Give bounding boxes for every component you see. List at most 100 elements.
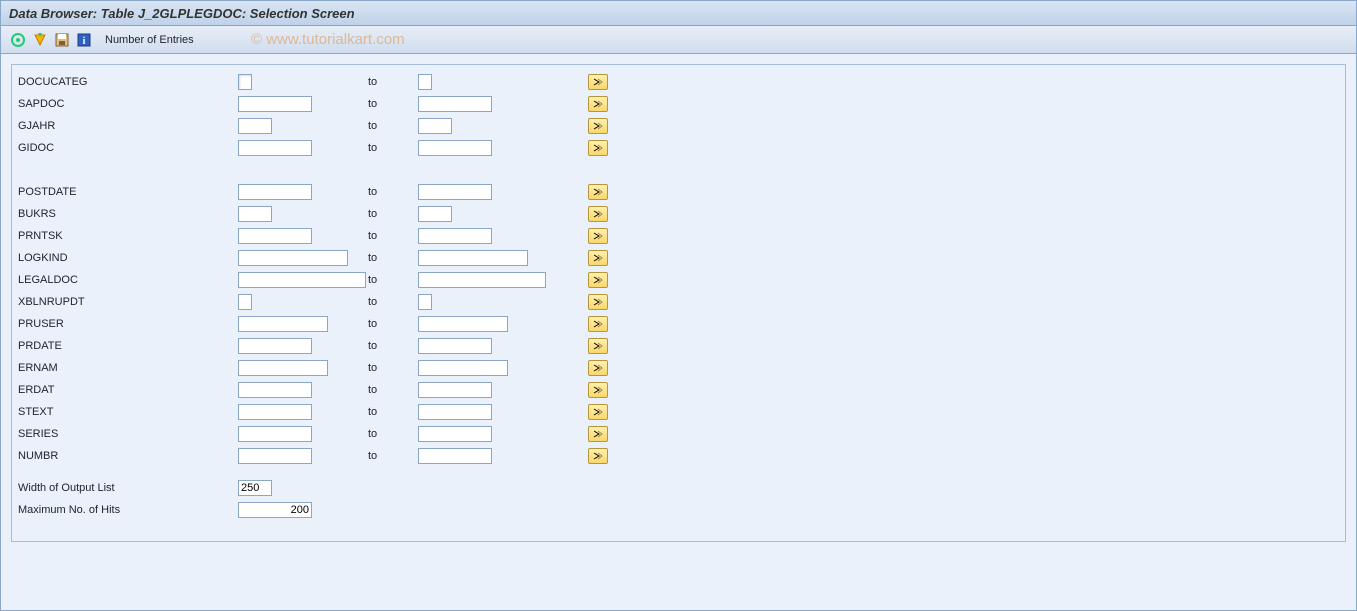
numbr-to-input[interactable] (418, 448, 492, 464)
to-label: to (368, 93, 418, 115)
field-row-bukrs: BUKRSto (18, 203, 618, 225)
docucateg-from-input[interactable] (238, 74, 252, 90)
to-label: to (368, 115, 418, 137)
bukrs-multiple-selection-button[interactable] (588, 206, 608, 222)
ernam-multiple-selection-button[interactable] (588, 360, 608, 376)
prntsk-multiple-selection-button[interactable] (588, 228, 608, 244)
to-label: to (368, 225, 418, 247)
to-label: to (368, 423, 418, 445)
xblnrupdt-to-input[interactable] (418, 294, 432, 310)
info-icon[interactable]: i (75, 31, 93, 49)
field-label-legaldoc: LEGALDOC (18, 269, 238, 291)
to-label: to (368, 71, 418, 93)
maximum-hits-input[interactable] (238, 502, 312, 518)
width-of-output-list-row: Width of Output List (18, 477, 368, 499)
prdate-to-input[interactable] (418, 338, 492, 354)
field-label-stext: STEXT (18, 401, 238, 423)
svg-text:i: i (83, 36, 86, 47)
prntsk-to-input[interactable] (418, 228, 492, 244)
field-label-xblnrupdt: XBLNRUPDT (18, 291, 238, 313)
to-label: to (368, 137, 418, 159)
to-label: to (368, 313, 418, 335)
stext-to-input[interactable] (418, 404, 492, 420)
titlebar: Data Browser: Table J_2GLPLEGDOC: Select… (1, 1, 1356, 26)
stext-from-input[interactable] (238, 404, 312, 420)
field-label-pruser: PRUSER (18, 313, 238, 335)
field-label-ernam: ERNAM (18, 357, 238, 379)
xblnrupdt-multiple-selection-button[interactable] (588, 294, 608, 310)
content: DOCUCATEGtoSAPDOCtoGJAHRtoGIDOCtoPOSTDAT… (1, 54, 1356, 552)
selection-fields: DOCUCATEGtoSAPDOCtoGJAHRtoGIDOCtoPOSTDAT… (18, 71, 618, 467)
field-label-prntsk: PRNTSK (18, 225, 238, 247)
save-icon[interactable] (53, 31, 71, 49)
pruser-from-input[interactable] (238, 316, 328, 332)
pruser-to-input[interactable] (418, 316, 508, 332)
postdate-multiple-selection-button[interactable] (588, 184, 608, 200)
erdat-to-input[interactable] (418, 382, 492, 398)
field-row-logkind: LOGKINDto (18, 247, 618, 269)
field-row-sapdoc: SAPDOC to (18, 93, 618, 115)
to-label: to (368, 203, 418, 225)
sapdoc-to-input[interactable] (418, 96, 492, 112)
logkind-from-input[interactable] (238, 250, 348, 266)
field-row-numbr: NUMBR to (18, 445, 618, 467)
watermark-text: © www.tutorialkart.com (251, 31, 405, 48)
prdate-multiple-selection-button[interactable] (588, 338, 608, 354)
to-label: to (368, 401, 418, 423)
prntsk-from-input[interactable] (238, 228, 312, 244)
field-label-gjahr: GJAHR (18, 115, 238, 137)
field-label-sapdoc: SAPDOC (18, 93, 238, 115)
bukrs-to-input[interactable] (418, 206, 452, 222)
sapdoc-from-input[interactable] (238, 96, 312, 112)
ernam-to-input[interactable] (418, 360, 508, 376)
docucateg-to-input[interactable] (418, 74, 432, 90)
field-row-prntsk: PRNTSK to (18, 225, 618, 247)
series-multiple-selection-button[interactable] (588, 426, 608, 442)
pruser-multiple-selection-button[interactable] (588, 316, 608, 332)
field-row-xblnrupdt: XBLNRUPDT to (18, 291, 618, 313)
erdat-multiple-selection-button[interactable] (588, 382, 608, 398)
gjahr-multiple-selection-button[interactable] (588, 118, 608, 134)
selection-panel: DOCUCATEGtoSAPDOCtoGJAHRtoGIDOCtoPOSTDAT… (11, 64, 1346, 542)
erdat-from-input[interactable] (238, 382, 312, 398)
sapdoc-multiple-selection-button[interactable] (588, 96, 608, 112)
logkind-to-input[interactable] (418, 250, 528, 266)
stext-multiple-selection-button[interactable] (588, 404, 608, 420)
to-label: to (368, 181, 418, 203)
gidoc-from-input[interactable] (238, 140, 312, 156)
logkind-multiple-selection-button[interactable] (588, 250, 608, 266)
field-label-numbr: NUMBR (18, 445, 238, 467)
series-to-input[interactable] (418, 426, 492, 442)
ernam-from-input[interactable] (238, 360, 328, 376)
gidoc-multiple-selection-button[interactable] (588, 140, 608, 156)
numbr-from-input[interactable] (238, 448, 312, 464)
xblnrupdt-from-input[interactable] (238, 294, 252, 310)
maximum-hits-label: Maximum No. of Hits (18, 499, 238, 521)
legaldoc-from-input[interactable] (238, 272, 366, 288)
prdate-from-input[interactable] (238, 338, 312, 354)
execute-with-variant-icon[interactable] (31, 31, 49, 49)
output-options: Width of Output List Maximum No. of Hits (18, 477, 368, 521)
width-of-output-list-input[interactable] (238, 480, 272, 496)
gjahr-from-input[interactable] (238, 118, 272, 134)
field-row-gidoc: GIDOCto (18, 137, 618, 159)
legaldoc-to-input[interactable] (418, 272, 546, 288)
field-label-postdate: POSTDATE (18, 181, 238, 203)
field-row-erdat: ERDATto (18, 379, 618, 401)
number-of-entries-button[interactable]: Number of Entries (101, 32, 198, 48)
docucateg-multiple-selection-button[interactable] (588, 74, 608, 90)
bukrs-from-input[interactable] (238, 206, 272, 222)
series-from-input[interactable] (238, 426, 312, 442)
postdate-from-input[interactable] (238, 184, 312, 200)
numbr-multiple-selection-button[interactable] (588, 448, 608, 464)
field-label-erdat: ERDAT (18, 379, 238, 401)
legaldoc-multiple-selection-button[interactable] (588, 272, 608, 288)
to-label: to (368, 291, 418, 313)
gidoc-to-input[interactable] (418, 140, 492, 156)
to-label: to (368, 445, 418, 467)
execute-icon[interactable] (9, 31, 27, 49)
field-row-gjahr: GJAHR to (18, 115, 618, 137)
postdate-to-input[interactable] (418, 184, 492, 200)
field-label-docucateg: DOCUCATEG (18, 71, 238, 93)
gjahr-to-input[interactable] (418, 118, 452, 134)
